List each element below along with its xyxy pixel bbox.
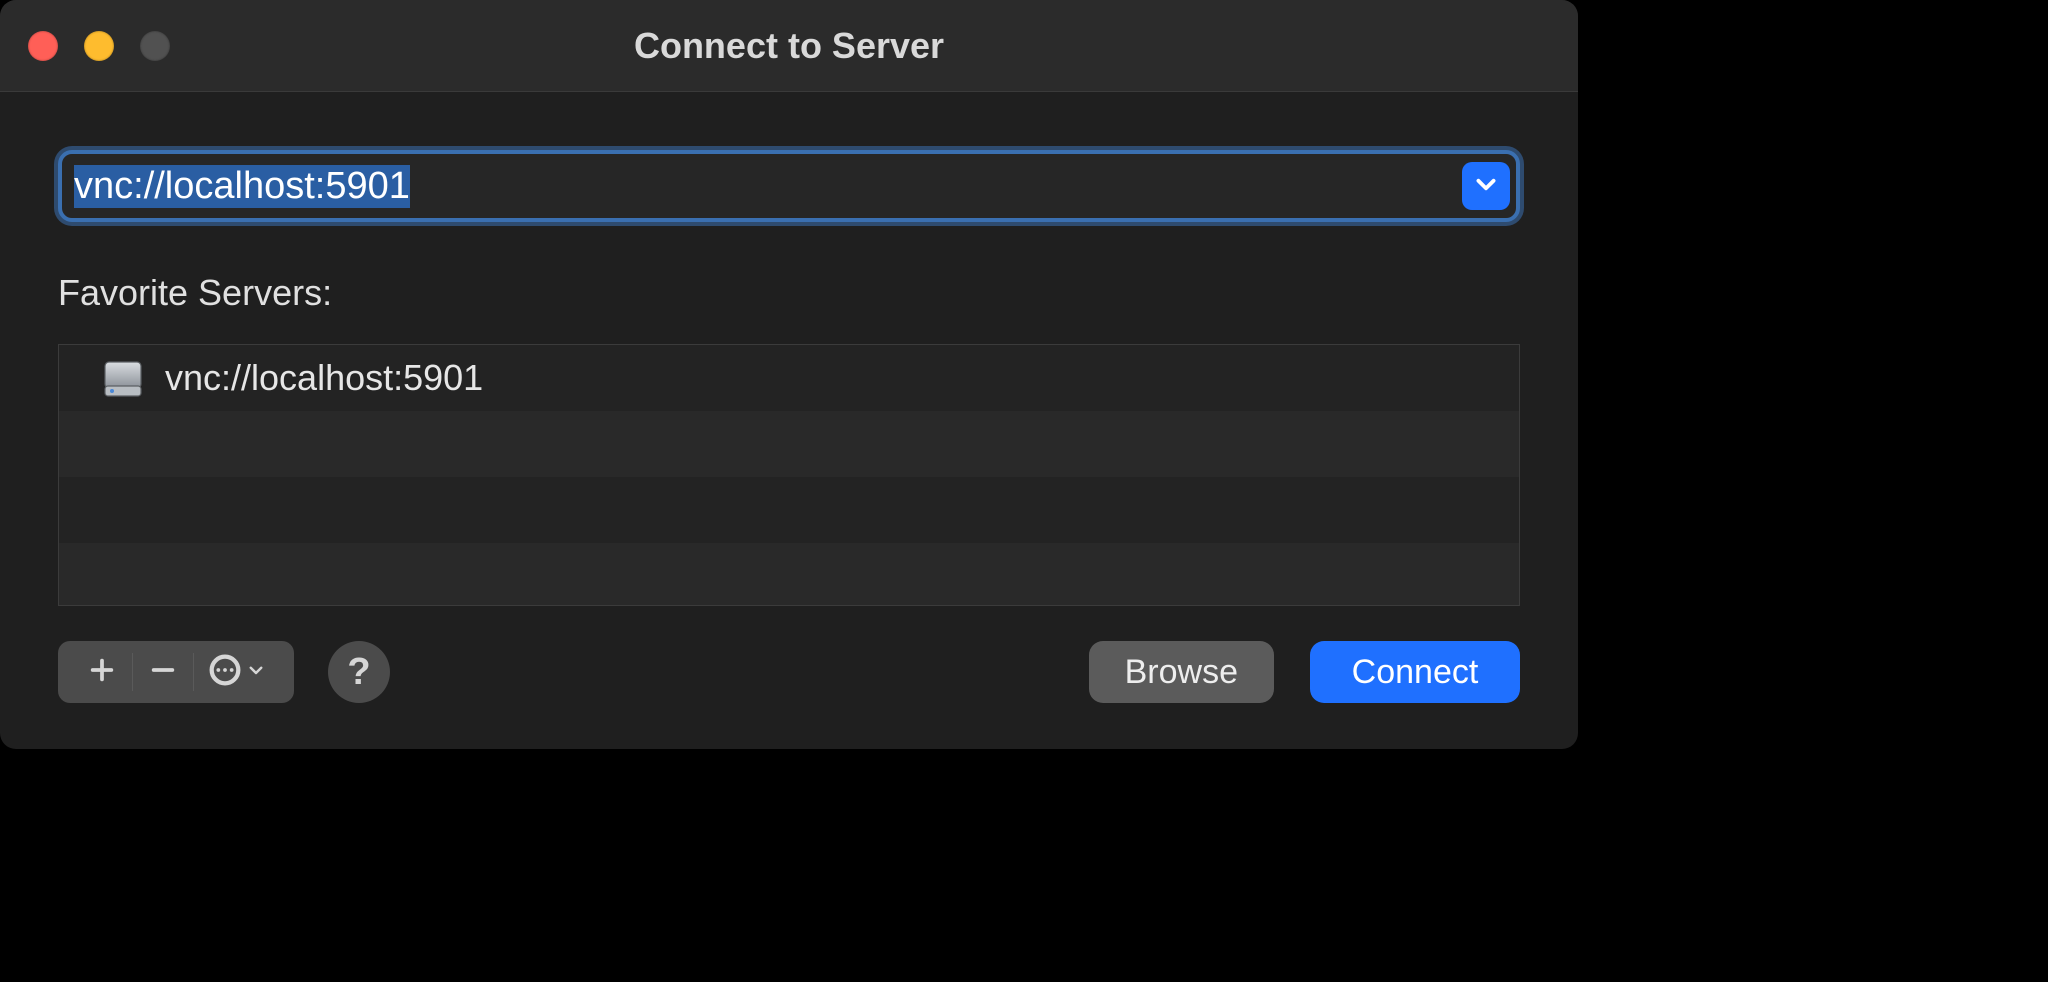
favorite-server-row[interactable]: vnc://localhost:5901 bbox=[59, 345, 1519, 411]
favorite-server-address: vnc://localhost:5901 bbox=[165, 357, 483, 399]
connect-to-server-window: Connect to Server Favorite Servers: bbox=[0, 0, 1578, 749]
window-title: Connect to Server bbox=[0, 25, 1578, 67]
favorite-server-row-empty bbox=[59, 477, 1519, 543]
ellipsis-circle-icon bbox=[209, 654, 241, 691]
titlebar: Connect to Server bbox=[0, 0, 1578, 92]
minus-icon bbox=[149, 656, 177, 689]
server-drive-icon bbox=[101, 356, 145, 400]
add-favorite-button[interactable] bbox=[72, 641, 132, 703]
favorite-servers-label: Favorite Servers: bbox=[58, 272, 1520, 314]
server-address-combo[interactable] bbox=[58, 150, 1520, 222]
minimize-window-button[interactable] bbox=[84, 31, 114, 61]
footer-actions: ? Browse Connect bbox=[58, 640, 1520, 704]
close-window-button[interactable] bbox=[28, 31, 58, 61]
favorite-server-row-empty bbox=[59, 543, 1519, 606]
help-button[interactable]: ? bbox=[328, 641, 390, 703]
connect-button[interactable]: Connect bbox=[1310, 641, 1520, 703]
chevron-down-icon bbox=[247, 661, 265, 684]
server-address-input[interactable] bbox=[74, 154, 1454, 218]
favorites-edit-group bbox=[58, 641, 294, 703]
favorite-servers-list[interactable]: vnc://localhost:5901 bbox=[58, 344, 1520, 606]
plus-icon bbox=[88, 656, 116, 689]
server-address-history-button[interactable] bbox=[1462, 162, 1510, 210]
chevron-down-icon bbox=[1473, 171, 1499, 202]
zoom-window-button[interactable] bbox=[140, 31, 170, 61]
remove-favorite-button[interactable] bbox=[133, 641, 193, 703]
browse-button[interactable]: Browse bbox=[1089, 641, 1274, 703]
favorite-server-row-empty bbox=[59, 411, 1519, 477]
window-controls bbox=[0, 31, 170, 61]
more-actions-button[interactable] bbox=[194, 641, 280, 703]
